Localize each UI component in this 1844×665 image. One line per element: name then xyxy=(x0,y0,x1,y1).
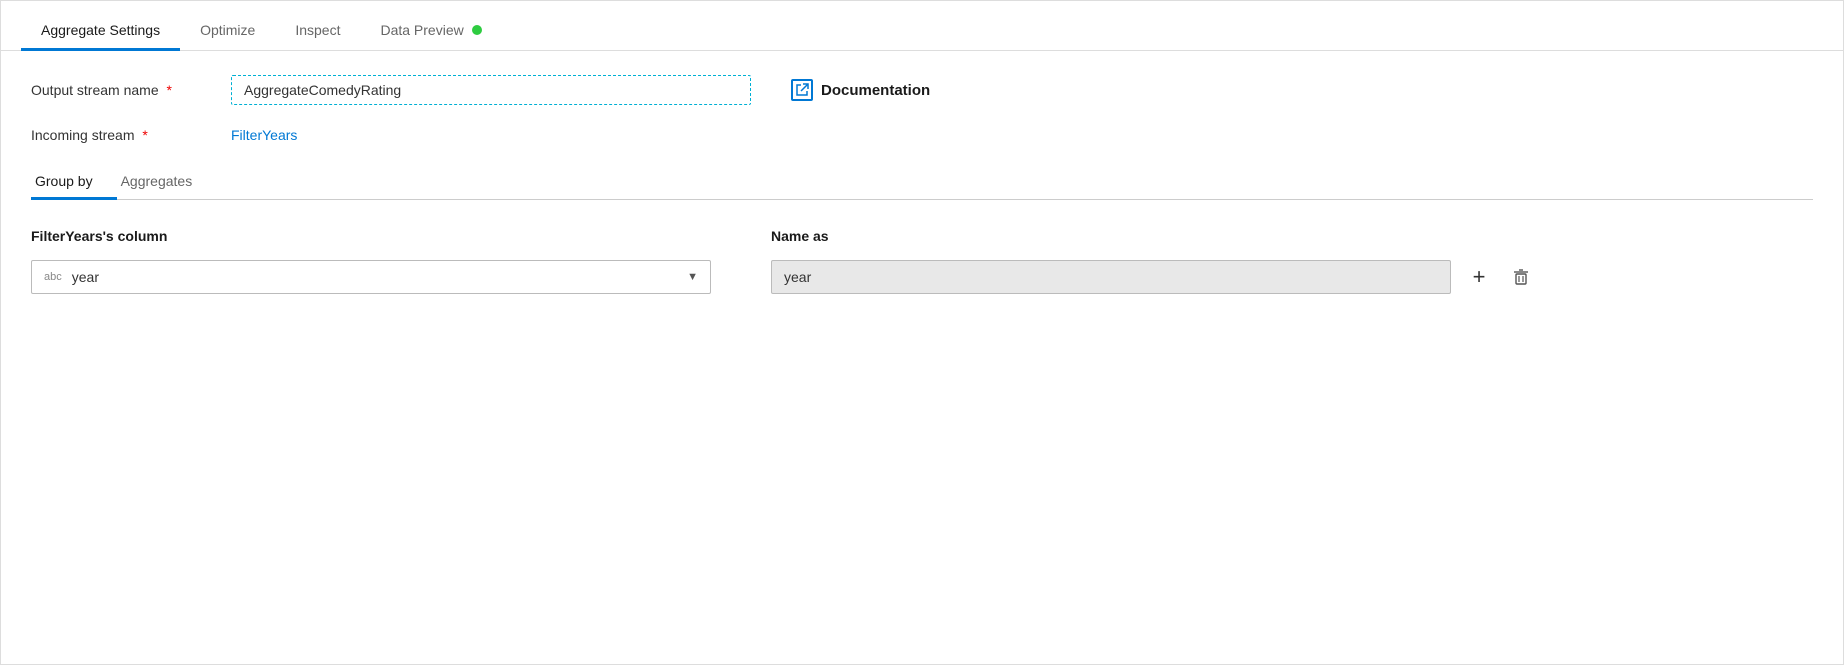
output-stream-label: Output stream name * xyxy=(31,82,231,98)
group-by-section: FilterYears's column abc year ▼ Name as … xyxy=(31,228,1813,294)
delete-row-button[interactable] xyxy=(1507,263,1535,291)
tab-bar: Aggregate Settings Optimize Inspect Data… xyxy=(1,1,1843,51)
tab-label-optimize: Optimize xyxy=(200,22,255,38)
column-dropdown[interactable]: abc year ▼ xyxy=(31,260,711,294)
filter-years-column-header: FilterYears's column xyxy=(31,228,711,244)
inner-tab-label-aggregates: Aggregates xyxy=(121,173,193,189)
tab-label-inspect: Inspect xyxy=(295,22,340,38)
tab-optimize[interactable]: Optimize xyxy=(180,10,275,51)
dropdown-selected-value: year xyxy=(72,269,687,285)
tab-aggregate-settings[interactable]: Aggregate Settings xyxy=(21,10,180,51)
documentation-link[interactable]: Documentation xyxy=(791,79,930,101)
name-as-section: Name as + xyxy=(771,228,1535,294)
app-container: Aggregate Settings Optimize Inspect Data… xyxy=(0,0,1844,665)
output-stream-row: Output stream name * Documentation xyxy=(31,75,1813,105)
filter-years-column-section: FilterYears's column abc year ▼ xyxy=(31,228,711,294)
output-stream-required-star: * xyxy=(167,82,172,98)
name-as-header: Name as xyxy=(771,228,1535,244)
incoming-stream-required-star: * xyxy=(142,127,147,143)
main-content: Output stream name * Documentation Incom… xyxy=(1,51,1843,318)
name-as-input[interactable] xyxy=(771,260,1451,294)
inner-tab-bar: Group by Aggregates xyxy=(31,165,1813,200)
add-row-button[interactable]: + xyxy=(1465,263,1493,291)
tab-inspect[interactable]: Inspect xyxy=(275,10,360,51)
abc-badge: abc xyxy=(44,271,62,283)
documentation-label: Documentation xyxy=(821,82,930,99)
output-stream-name-input[interactable] xyxy=(231,75,751,105)
external-link-icon xyxy=(791,79,813,101)
name-as-row: + xyxy=(771,260,1535,294)
incoming-stream-row: Incoming stream * FilterYears xyxy=(31,127,1813,143)
inner-tab-group-by[interactable]: Group by xyxy=(31,165,117,200)
inner-tab-label-group-by: Group by xyxy=(35,173,93,189)
data-preview-status-dot xyxy=(472,25,482,35)
incoming-stream-value[interactable]: FilterYears xyxy=(231,127,297,143)
tab-label-aggregate-settings: Aggregate Settings xyxy=(41,22,160,38)
tab-label-data-preview: Data Preview xyxy=(380,22,463,38)
inner-tab-aggregates[interactable]: Aggregates xyxy=(117,165,217,200)
tab-data-preview[interactable]: Data Preview xyxy=(360,10,501,51)
dropdown-arrow-icon: ▼ xyxy=(687,271,698,283)
incoming-stream-label: Incoming stream * xyxy=(31,127,231,143)
